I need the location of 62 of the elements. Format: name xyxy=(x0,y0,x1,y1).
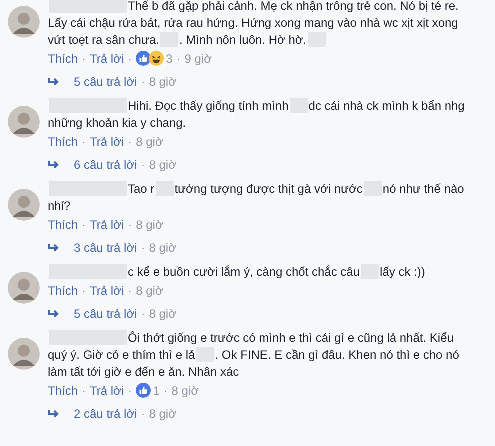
reply-arrow-icon xyxy=(48,408,60,418)
comment-text: Thế b đã gặp phải cảnh. Mẹ ck nhận trông trẻ con. Nó bị té re. Lấy cái chậu rửa bát, rửa rau hứng. Hứng xong mang vào nhà wc xịt xịt xong vứt toẹt ra sân chưa. . Mình nôn luôn. Hờ hờ. xyxy=(48,0,460,49)
separator-dot: · xyxy=(164,384,168,398)
comment-time: 8 giờ xyxy=(172,384,200,398)
separator-dot: · xyxy=(128,384,132,398)
like-link[interactable]: Thích xyxy=(48,384,78,398)
reply-arrow-icon xyxy=(48,160,60,170)
avatar[interactable] xyxy=(8,6,40,38)
view-replies-link[interactable]: 2 câu trả lời xyxy=(74,406,138,420)
reply-arrow-icon xyxy=(48,76,60,86)
avatar[interactable] xyxy=(8,338,40,370)
view-replies-link[interactable]: 5 câu trả lời xyxy=(74,306,138,320)
separator-dot: · xyxy=(141,306,146,320)
reaction-count: 3 xyxy=(166,52,173,66)
reply-link[interactable]: Trả lời xyxy=(90,284,124,298)
replies-time: 8 giờ xyxy=(149,74,176,88)
separator-dot: · xyxy=(128,218,132,232)
separator-dot: · xyxy=(82,134,86,148)
reply-arrow-icon xyxy=(48,308,60,318)
separator-dot: · xyxy=(141,74,146,88)
like-reaction-icon[interactable] xyxy=(136,51,152,66)
replies-time: 8 giờ xyxy=(149,306,176,320)
separator-dot: · xyxy=(82,384,86,398)
comment-text: Ôi thớt giống e trước có mình e thì cái gì e cũng lả nhất. Kiểu quý ý. Giờ có e thím thì e lả . Ok FINE. E cần gì đâu. Khen nó thì e cho nó làm tất tới giờ e đến e ăn. Nhân xác xyxy=(48,330,460,381)
reply-arrow-icon xyxy=(48,242,60,252)
avatar[interactable] xyxy=(8,272,40,304)
reaction-count: 1 xyxy=(153,384,160,398)
avatar[interactable] xyxy=(8,189,40,221)
separator-dot: · xyxy=(82,218,86,232)
replies-time: 8 giờ xyxy=(149,158,176,172)
view-replies-link[interactable]: 5 câu trả lời xyxy=(74,74,138,88)
separator-dot: · xyxy=(141,240,146,254)
separator-dot: · xyxy=(82,284,86,298)
separator-dot: · xyxy=(141,158,146,172)
comment-time: 8 giờ xyxy=(136,134,164,148)
view-replies-link[interactable]: 3 câu trả lời xyxy=(74,240,138,254)
separator-dot: · xyxy=(128,52,132,66)
comment-text: Hihi. Đọc thấy giống tính mình dc cái nhà ck mình k bẩn nhg những khoản kia y chang. xyxy=(48,98,466,132)
like-link[interactable]: Thích xyxy=(48,134,78,148)
separator-dot: · xyxy=(128,284,132,298)
replies-time: 8 giờ xyxy=(149,406,176,420)
like-link[interactable]: Thích xyxy=(48,52,78,66)
comment-time: 9 giờ xyxy=(184,52,212,66)
reply-link[interactable]: Trả lời xyxy=(90,52,124,66)
avatar[interactable] xyxy=(8,106,40,138)
like-reaction-icon[interactable] xyxy=(136,383,152,398)
reply-link[interactable]: Trả lời xyxy=(90,134,124,148)
comment-text: c kể e buồn cười lắm ý, càng chốt chắc câu lấy ck :)) xyxy=(48,264,495,281)
like-link[interactable]: Thích xyxy=(48,284,78,298)
comment-time: 8 giờ xyxy=(136,218,164,232)
separator-dot: · xyxy=(128,134,132,148)
laughing-face-icon[interactable] xyxy=(149,51,164,66)
like-link[interactable]: Thích xyxy=(48,218,78,232)
reply-link[interactable]: Trả lời xyxy=(90,384,124,398)
view-replies-link[interactable]: 6 câu trả lời xyxy=(74,158,138,172)
comment-text: Tao r tưởng tượng được thịt gà với nước nó như thế nào nhỉ? xyxy=(48,181,466,215)
reply-link[interactable]: Trả lời xyxy=(90,218,124,232)
separator-dot: · xyxy=(82,52,86,66)
separator-dot: · xyxy=(176,52,181,66)
replies-time: 8 giờ xyxy=(149,240,176,254)
comment-time: 8 giờ xyxy=(136,284,164,298)
separator-dot: · xyxy=(141,406,146,420)
